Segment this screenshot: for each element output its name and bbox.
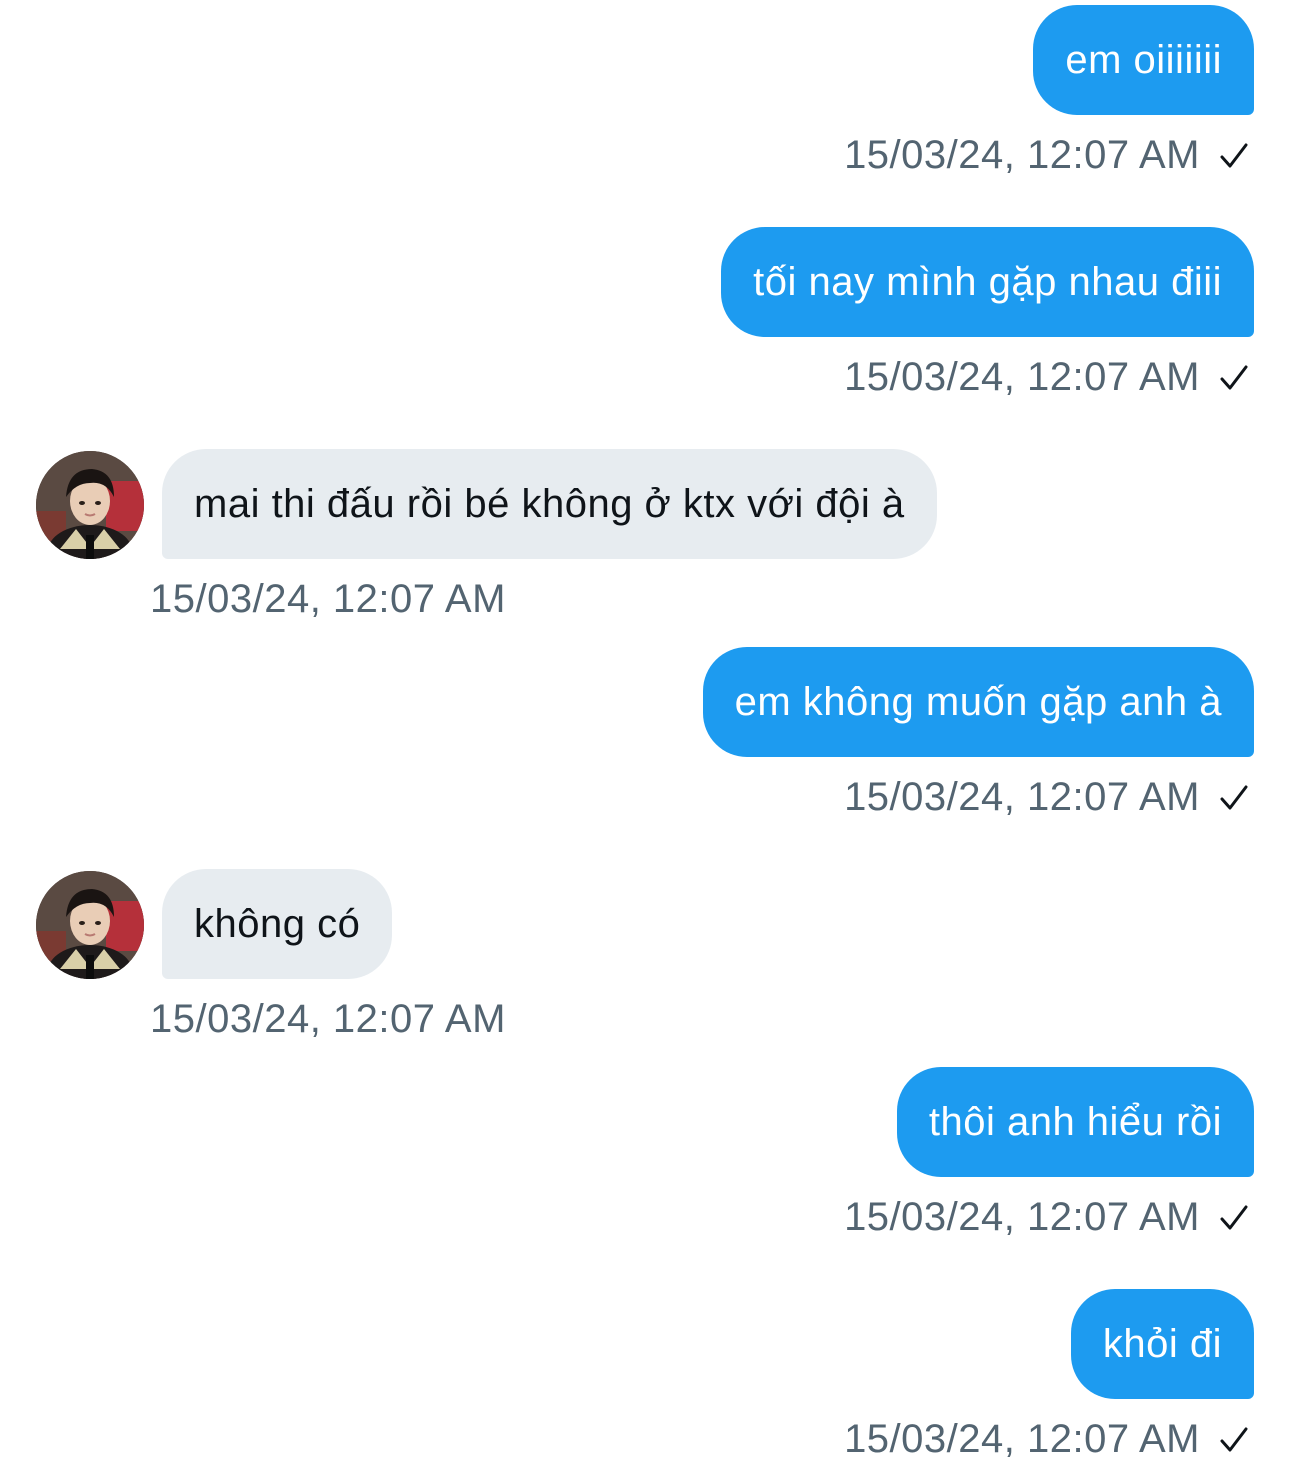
message-timestamp: 15/03/24, 12:07 AM	[844, 1195, 1200, 1239]
check-icon	[1220, 365, 1248, 389]
message-bubble[interactable]: thôi anh hiểu rồi	[896, 1067, 1254, 1177]
message-meta: 15/03/24, 12:07 AM	[150, 577, 506, 622]
avatar[interactable]	[36, 871, 144, 979]
message-meta: 15/03/24, 12:07 AM	[844, 775, 1250, 820]
message-thread: em oiiiiiii 15/03/24, 12:07 AM tối nay m…	[0, 0, 1290, 1478]
message-timestamp: 15/03/24, 12:07 AM	[844, 355, 1200, 399]
message-bubble[interactable]: mai thi đấu rồi bé không ở ktx với đội à	[162, 449, 937, 559]
message-bubble[interactable]: khỏi đi	[1070, 1289, 1254, 1399]
message-timestamp: 15/03/24, 12:07 AM	[150, 577, 506, 621]
avatar-photo	[36, 871, 144, 979]
message-bubble[interactable]: em oiiiiiii	[1033, 5, 1254, 115]
message-timestamp: 15/03/24, 12:07 AM	[844, 1417, 1200, 1461]
message-meta: 15/03/24, 12:07 AM	[844, 355, 1250, 400]
check-icon	[1220, 785, 1248, 809]
message-timestamp: 15/03/24, 12:07 AM	[844, 775, 1200, 819]
check-icon	[1220, 1427, 1248, 1451]
check-icon	[1220, 1205, 1248, 1229]
message-meta: 15/03/24, 12:07 AM	[150, 997, 506, 1042]
message-bubble[interactable]: tối nay mình gặp nhau điii	[721, 227, 1254, 337]
avatar-photo	[36, 451, 144, 559]
message-timestamp: 15/03/24, 12:07 AM	[150, 997, 506, 1041]
message-bubble[interactable]: không có	[162, 869, 393, 979]
message-bubble[interactable]: em không muốn gặp anh à	[702, 647, 1254, 757]
avatar[interactable]	[36, 451, 144, 559]
message-meta: 15/03/24, 12:07 AM	[844, 133, 1250, 178]
message-meta: 15/03/24, 12:07 AM	[844, 1417, 1250, 1462]
message-meta: 15/03/24, 12:07 AM	[844, 1195, 1250, 1240]
check-icon	[1220, 143, 1248, 167]
message-timestamp: 15/03/24, 12:07 AM	[844, 133, 1200, 177]
